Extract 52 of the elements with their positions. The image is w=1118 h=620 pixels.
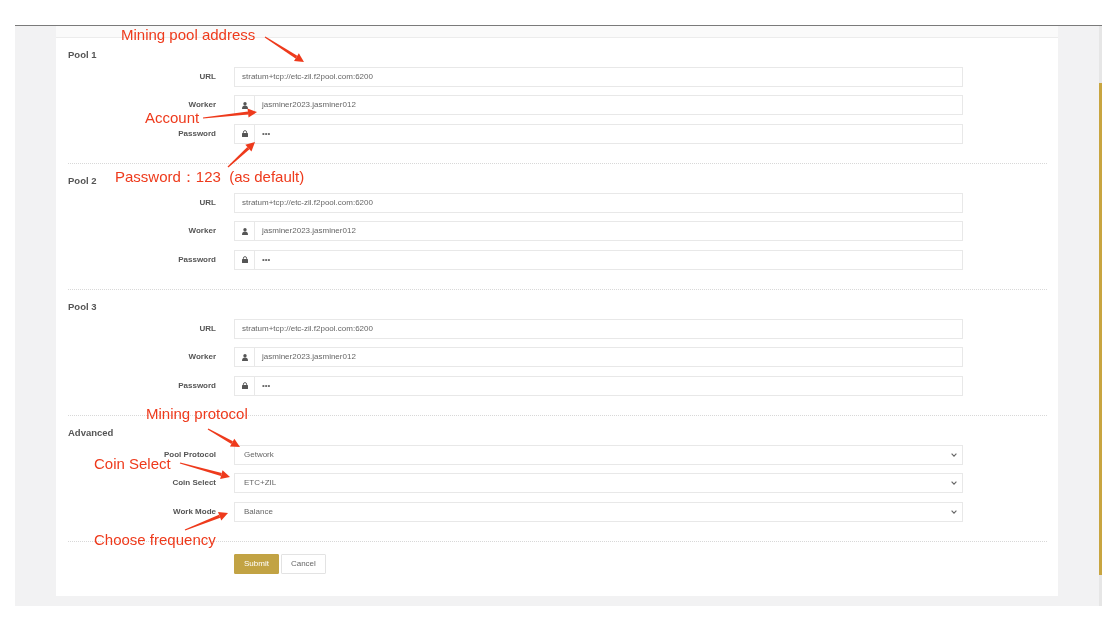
field-label: URL: [199, 197, 216, 208]
field-label: URL: [199, 323, 216, 334]
user-icon: [241, 101, 248, 109]
annotation-arrow: [264, 36, 304, 62]
field-label: Password: [178, 380, 216, 391]
field-label: Worker: [188, 352, 216, 362]
url-field[interactable]: stratum+tcp://etc-zil.f2pool.com:6200: [234, 318, 963, 339]
password-field[interactable]: •••: [234, 249, 963, 270]
user-icon: [241, 353, 248, 361]
annotation-text: Password：123 (as default): [115, 169, 305, 184]
section-title: Advanced: [68, 427, 114, 439]
url-field[interactable]: stratum+tcp://etc-zil.f2pool.com:6200: [234, 192, 963, 213]
cancel-button[interactable]: Cancel: [280, 554, 326, 574]
worker-field[interactable]: jasminer2023.jasminer012: [234, 95, 963, 115]
annotation-arrow: [179, 462, 230, 479]
lock-icon: [241, 382, 248, 389]
annotation-text: Choose frequency: [94, 532, 216, 547]
scrollbar-thumb[interactable]: [1099, 83, 1102, 575]
annotation-arrow: [227, 142, 255, 168]
field-label: Pool Protocol: [164, 449, 216, 459]
select-dropdown[interactable]: Getwork: [234, 444, 963, 465]
section-title: Pool 3: [68, 301, 97, 313]
annotation-arrow: [184, 512, 228, 531]
section-title: Pool 2: [68, 175, 97, 187]
annotation-text: Coin Select: [94, 456, 171, 471]
field-label: Coin Select: [172, 478, 216, 488]
field-label: Worker: [188, 100, 216, 110]
annotation-arrow: [207, 428, 240, 447]
field-label: Password: [178, 128, 216, 139]
annotation-text: Mining protocol: [146, 406, 248, 421]
password-field[interactable]: •••: [234, 375, 963, 396]
user-icon: [241, 227, 248, 235]
annotation-text: Mining pool address: [121, 27, 256, 42]
field-label: URL: [199, 71, 216, 82]
chevron-down-icon: [951, 481, 957, 485]
section-title: Pool 1: [68, 49, 97, 61]
field-label: Work Mode: [173, 506, 216, 517]
select-dropdown[interactable]: Balance: [234, 501, 963, 522]
field-label: Password: [178, 254, 216, 265]
annotation-arrow: [202, 108, 257, 119]
annotation-text: Account: [145, 110, 200, 125]
chevron-down-icon: [951, 509, 957, 514]
worker-field[interactable]: jasminer2023.jasminer012: [234, 347, 963, 367]
select-dropdown[interactable]: ETC+ZIL: [234, 473, 963, 493]
lock-icon: [241, 256, 248, 263]
password-field[interactable]: •••: [234, 123, 963, 144]
url-field[interactable]: stratum+tcp://etc-zil.f2pool.com:6200: [234, 66, 963, 87]
scrollbar[interactable]: [1099, 26, 1102, 606]
worker-field[interactable]: jasminer2023.jasminer012: [234, 221, 963, 241]
chevron-down-icon: [951, 452, 957, 457]
field-label: Worker: [188, 226, 216, 236]
lock-icon: [241, 130, 248, 137]
